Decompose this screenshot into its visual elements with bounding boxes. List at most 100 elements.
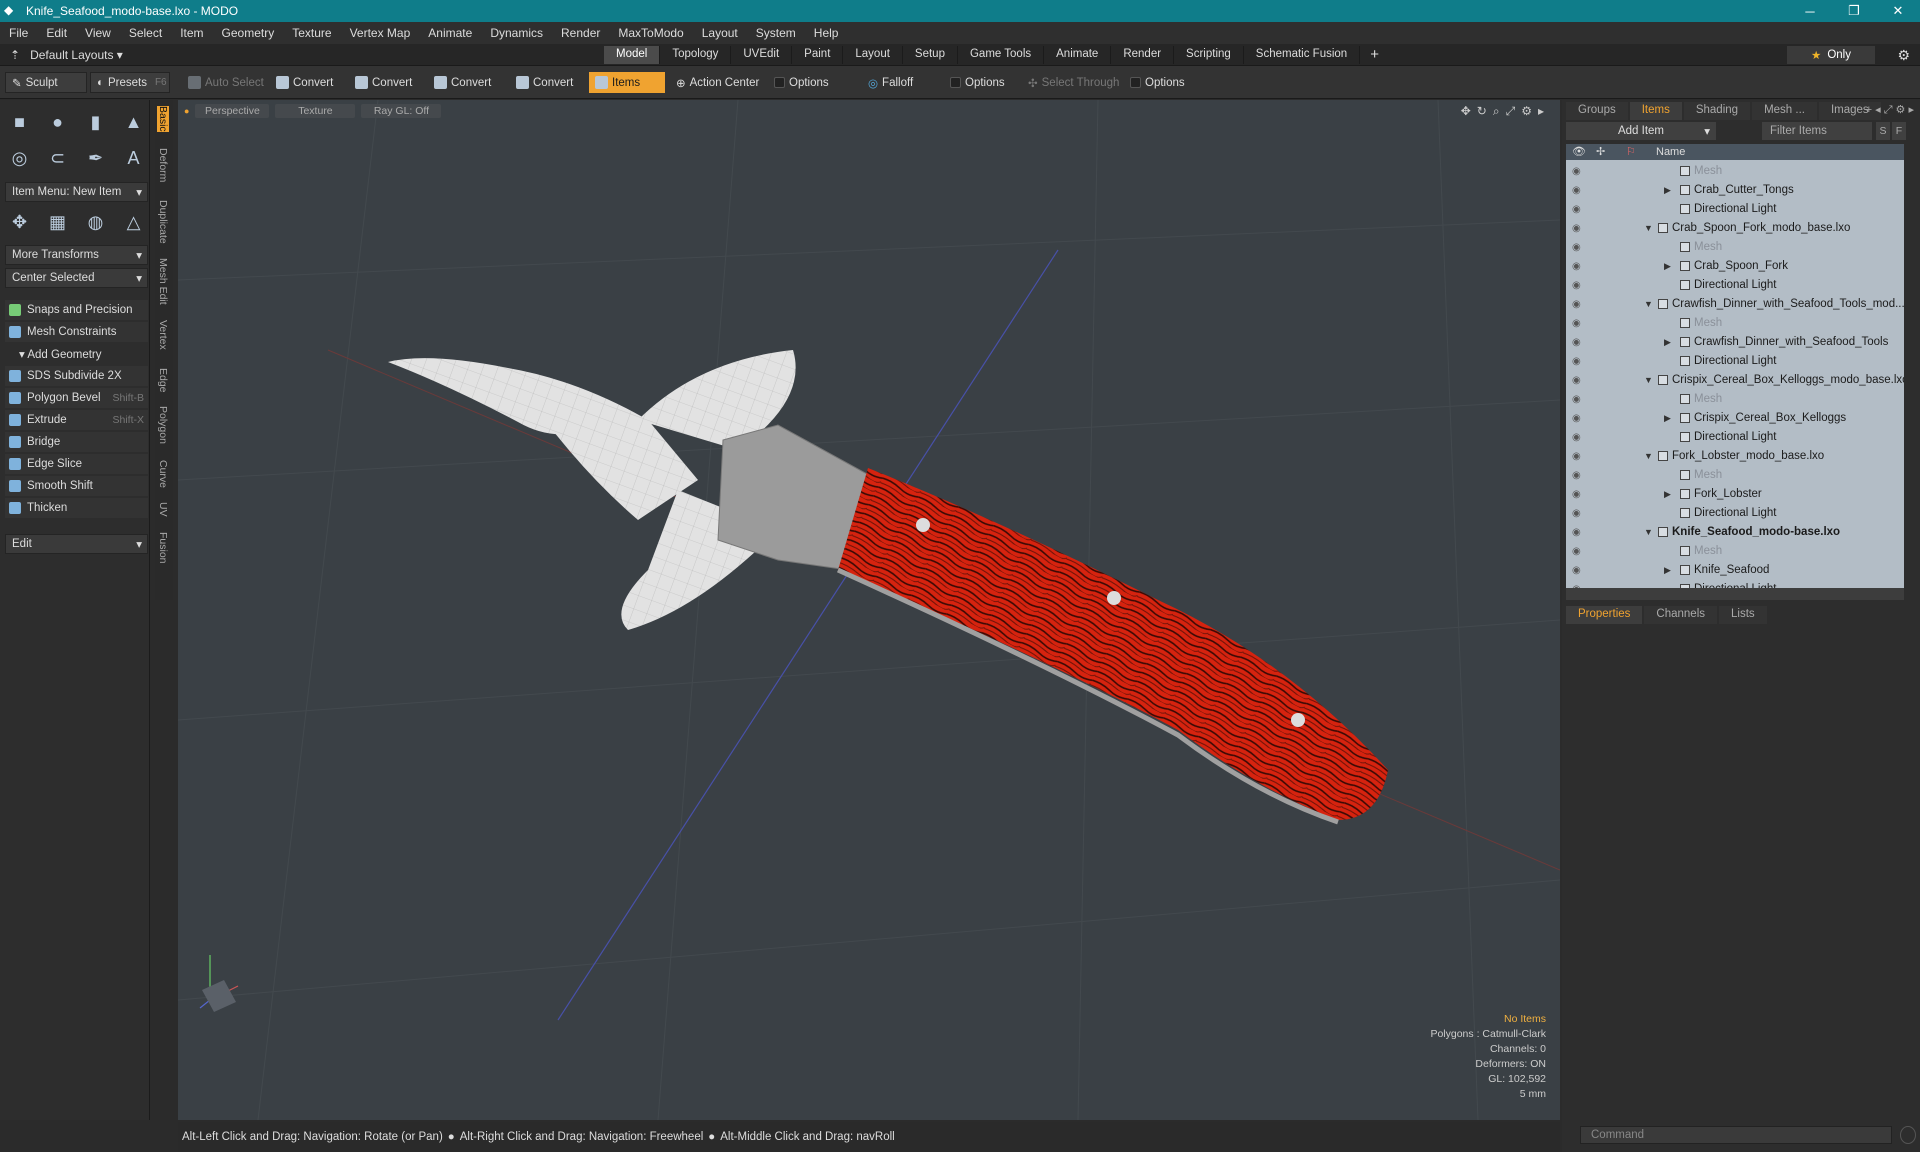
visibility-eye-icon[interactable]: ◉ (1572, 394, 1581, 405)
snaps-precision-button[interactable]: Snaps and Precision (5, 300, 148, 320)
tab-scripting[interactable]: Scripting (1174, 46, 1244, 64)
list-item[interactable]: ◉ ▼ Crispix_Cereal_Box_Kelloggs_modo_base.… (1566, 371, 1904, 389)
expand-arrow-icon[interactable]: ▼ (1644, 223, 1653, 233)
visibility-eye-icon[interactable]: ◉ (1572, 299, 1581, 310)
vtab-curve[interactable]: Curve (157, 460, 169, 488)
view-texture[interactable]: Texture (275, 104, 356, 118)
vtab-fusion[interactable]: Fusion (157, 532, 169, 564)
grid-icon[interactable]: ▦ (43, 208, 72, 237)
list-item[interactable]: ◉ ▶ Crab_Cutter_Tongs (1566, 181, 1904, 199)
list-item[interactable]: ◉ ▶ Crab_Spoon_Fork (1566, 257, 1904, 275)
more-transforms-dropdown[interactable]: More Transforms ▾ (5, 245, 148, 265)
expand-arrow-icon[interactable]: ▶ (1664, 337, 1671, 348)
tab-mesh[interactable]: Mesh ... (1752, 102, 1817, 120)
tab-render[interactable]: Render (1111, 46, 1175, 64)
fit-icon[interactable]: ⤢ (1506, 104, 1516, 119)
tab-groups[interactable]: Groups (1566, 102, 1628, 120)
expand-arrow-icon[interactable]: ▼ (1644, 299, 1653, 309)
viewport-gear-icon[interactable]: ⚙ (1521, 104, 1532, 119)
visibility-eye-icon[interactable]: ◉ (1572, 375, 1581, 386)
list-item[interactable]: ◉ ▶ Crispix_Cereal_Box_Kelloggs (1566, 409, 1904, 427)
name-column-header[interactable]: Name (1656, 146, 1685, 158)
list-item[interactable]: ◉ ▶ Fork_Lobster (1566, 485, 1904, 503)
expand-arrow-icon[interactable]: ▶ (1664, 185, 1671, 196)
menu-texture[interactable]: Texture (283, 26, 340, 40)
list-item[interactable]: ◉ Directional Light (1566, 428, 1904, 446)
list-item[interactable]: ◉ Directional Light (1566, 200, 1904, 218)
tab-setup[interactable]: Setup (903, 46, 958, 64)
visibility-eye-icon[interactable]: ◉ (1572, 413, 1581, 424)
items-mode-button[interactable]: Items (589, 72, 665, 93)
panel-options-icons[interactable]: + ◂ ⤢ ⚙ ▸ (1866, 103, 1914, 117)
pen-icon[interactable]: ✒ (81, 144, 110, 173)
list-item[interactable]: ◉ Mesh (1566, 314, 1904, 332)
menu-item[interactable]: Item (171, 26, 212, 40)
expand-arrow-icon[interactable]: ▶ (1664, 413, 1671, 424)
pan-icon[interactable]: ✥ (1461, 104, 1471, 119)
expand-arrow-icon[interactable]: ▶ (1664, 565, 1671, 576)
vtab-mesh-edit[interactable]: Mesh Edit (157, 258, 169, 305)
f-button[interactable]: F (1892, 122, 1906, 140)
visibility-eye-icon[interactable]: ◉ (1572, 204, 1581, 215)
vtab-uv[interactable]: UV (157, 502, 169, 517)
text-icon[interactable]: A (119, 144, 148, 173)
list-item[interactable]: ◉ Mesh (1566, 542, 1904, 560)
view-perspective[interactable]: Perspective (195, 104, 270, 118)
convert-button-1[interactable]: Convert (270, 72, 339, 93)
tab-model[interactable]: Model (604, 46, 661, 64)
visibility-eye-icon[interactable]: ◉ (1572, 242, 1581, 253)
menu-edit[interactable]: Edit (37, 26, 76, 40)
convert-button-2[interactable]: Convert (349, 72, 418, 93)
zoom-icon[interactable]: ⌕ (1493, 104, 1500, 119)
rotate-icon[interactable]: ◍ (81, 208, 110, 237)
list-item[interactable]: ◉ ▼ Fork_Lobster_modo_base.lxo (1566, 447, 1904, 465)
options-button-1[interactable]: Options (768, 72, 835, 93)
menu-vertex-map[interactable]: Vertex Map (341, 26, 420, 40)
menu-maxtomodo[interactable]: MaxToModo (609, 26, 692, 40)
list-item[interactable]: ◉ Directional Light (1566, 352, 1904, 370)
visibility-eye-icon[interactable]: ◉ (1572, 470, 1581, 481)
tool-edge-slice[interactable]: Edge Slice (5, 454, 148, 474)
tool-extrude[interactable]: Extrude Shift-X (5, 410, 148, 430)
only-toggle[interactable]: ★ Only (1787, 46, 1875, 64)
list-item[interactable]: ◉ Mesh (1566, 466, 1904, 484)
tab-uvedit[interactable]: UVEdit (731, 46, 793, 64)
vtab-vertex[interactable]: Vertex (157, 320, 169, 350)
tab-animate[interactable]: Animate (1044, 46, 1112, 64)
cone-icon[interactable]: ▲ (119, 108, 148, 137)
visibility-eye-icon[interactable]: ◉ (1572, 280, 1581, 291)
minimize-icon[interactable]: ─ (1788, 0, 1832, 22)
knife-model[interactable] (388, 350, 1388, 825)
torus-icon[interactable]: ◎ (5, 144, 34, 173)
auto-select-button[interactable]: Auto Select (182, 72, 270, 93)
expand-arrow-icon[interactable]: ▼ (1644, 451, 1653, 461)
filter-items-input[interactable]: Filter Items (1762, 122, 1872, 140)
tab-topology[interactable]: Topology (660, 46, 732, 64)
list-item[interactable]: ◉ Mesh (1566, 162, 1904, 180)
visibility-eye-icon[interactable]: ◉ (1572, 546, 1581, 557)
list-item[interactable]: ◉ ▼ Crawfish_Dinner_with_Seafood_Tools_mod… (1566, 295, 1904, 313)
list-item[interactable]: ◉ ▼ Crab_Spoon_Fork_modo_base.lxo (1566, 219, 1904, 237)
add-tab-icon[interactable]: + (1360, 46, 1389, 64)
center-selected-dropdown[interactable]: Center Selected ▾ (5, 268, 148, 288)
list-item[interactable]: ◉ Directional Light (1566, 504, 1904, 522)
mesh-constraints-button[interactable]: Mesh Constraints (5, 322, 148, 342)
falloff-button[interactable]: ◎ Falloff (862, 72, 919, 93)
command-input[interactable]: Command (1580, 1126, 1892, 1144)
convert-button-4[interactable]: Convert (510, 72, 579, 93)
menu-help[interactable]: Help (805, 26, 848, 40)
select-through-button[interactable]: ✣ Select Through (1022, 72, 1125, 93)
list-item[interactable]: ◉ Mesh (1566, 390, 1904, 408)
items-list-scrollbar[interactable] (1566, 588, 1904, 600)
scale-icon[interactable]: △ (119, 208, 148, 237)
tool-polygon-bevel[interactable]: Polygon Bevel Shift-B (5, 388, 148, 408)
visibility-eye-icon[interactable]: ◉ (1572, 166, 1581, 177)
viewport-expand-icon[interactable]: ▸ (1538, 104, 1544, 119)
view-raygl[interactable]: Ray GL: Off (361, 104, 442, 118)
menu-layout[interactable]: Layout (693, 26, 747, 40)
vtab-edge[interactable]: Edge (157, 368, 169, 393)
menu-view[interactable]: View (76, 26, 120, 40)
list-item[interactable]: ◉ ▼ Knife_Seafood_modo-base.lxo (1566, 523, 1904, 541)
menu-select[interactable]: Select (120, 26, 171, 40)
tab-lists[interactable]: Lists (1719, 606, 1767, 624)
